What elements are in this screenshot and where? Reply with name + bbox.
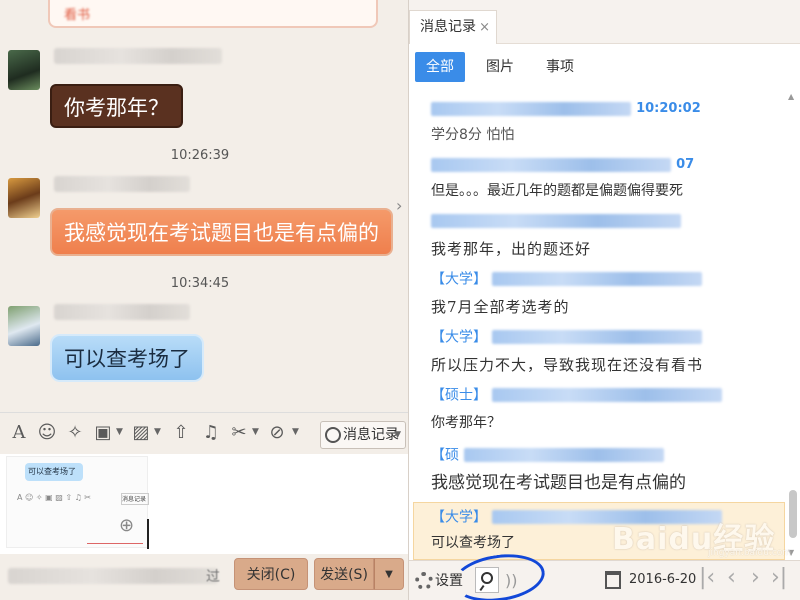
entry-header: 【大学】 [431,268,703,288]
watermark-url: jingyan.baidu.com [708,548,792,558]
entry-text: 我考那年，出的题还好 [431,240,592,258]
sender-name-redacted [54,304,190,320]
first-page-icon[interactable]: |‹ [699,565,715,590]
last-page-icon[interactable]: ›| [771,565,787,590]
app-window: 看书 你考那年？ 10:26:39 我感觉现在考试题目也是有点偏的 10:34:… [0,0,800,600]
block-icon[interactable]: ⊘ [266,421,288,445]
message-bubble: 可以查考场了 [50,334,204,382]
sender-name-redacted [54,48,222,64]
tab-label: 消息记录 [420,19,476,35]
entry-text: 所以压力不大，导致我现在还没有看书 [431,356,704,374]
chevron-down-icon[interactable]: ▼ [154,427,161,437]
message-input[interactable]: 可以查考场了 A ☺ ✧ ▣ ▨ ⇧ ♫ ✂ 消息记录 ⊕ [0,454,408,554]
chat-footer: 过 关闭(C) 发送(S) ▼ [0,554,408,600]
entry-header [431,210,681,228]
history-message-list: 10:20:02 学分8分 怕怕 07 但是。。。最近几年的题都是偏题偏得要死 … [409,92,787,560]
avatar[interactable] [8,178,40,218]
calendar-icon[interactable] [605,571,621,589]
entry-role: 【大学】 [431,271,487,288]
send-button[interactable]: 发送(S) [314,558,374,590]
watermark: Baidu经验 jingyan.baidu.com [612,508,792,558]
magic-icon[interactable]: ✧ [64,421,86,445]
message-text-partial: 看书 [64,8,91,23]
entry-role: 【大学】 [431,329,487,346]
message-bubble: 你考那年？ [50,84,183,128]
gift-icon[interactable]: ▣ [92,421,114,445]
gear-icon [415,572,433,590]
entry-header: 07 [431,154,694,172]
filter-items[interactable]: 事项 [535,52,585,82]
message-history-label: 消息记录 [343,427,399,443]
chevron-down-icon[interactable]: ▼ [292,427,299,437]
music-icon[interactable]: ♫ [200,421,222,445]
filter-all[interactable]: 全部 [415,52,465,82]
thumbnail-divider [87,543,143,544]
timestamp: 10:34:45 [170,276,230,291]
zoom-icon: ⊕ [119,515,135,536]
entry-text: 你考那年？ [431,415,501,431]
close-icon[interactable]: × [479,12,490,44]
upload-icon[interactable]: ⇧ [170,421,192,445]
chevron-down-icon[interactable]: ▼ [116,427,123,437]
entry-role: 【硕 [431,447,459,464]
entry-header: 【大学】 [431,326,703,346]
chevron-down-icon[interactable]: ▼ [252,427,259,437]
pasted-screenshot-thumbnail: 可以查考场了 A ☺ ✧ ▣ ▨ ⇧ ♫ ✂ 消息记录 ⊕ [6,456,149,549]
scrollbar[interactable]: ▲ ▼ [787,92,799,560]
font-icon[interactable]: A [8,421,30,445]
text-cursor [147,519,149,549]
date-label[interactable]: 2016-6-20 [629,572,696,587]
entry-role: 【大学】 [431,509,487,526]
history-footer: 设置 )) 2016-6-20 |‹ ‹ › ›| [409,548,800,600]
entry-text: 我感觉现在考试题目也是有点偏的 [431,473,686,493]
entry-time: 07 [676,157,695,172]
scroll-up-icon[interactable]: ▲ [788,92,794,101]
message-bubble: 我感觉现在考试题目也是有点偏的 [50,208,393,256]
thumbnail-button: 消息记录 [121,493,149,505]
history-tabbar: 消息记录 × [409,0,800,44]
filter-images[interactable]: 图片 [475,52,525,82]
chat-toolbar: A ☺ ✧ ▣ ▼ ▨ ▼ ⇧ ♫ ✂ ▼ ⊘ ▼ 消息记录 ▼ [0,412,408,454]
entry-time: 10:20:02 [636,101,701,116]
clock-icon [325,427,341,443]
timestamp: 10:26:39 [170,148,230,163]
message-history-button[interactable]: 消息记录 ▼ [320,421,406,449]
tab-message-history[interactable]: 消息记录 × [409,10,497,44]
entry-role: 【硕士】 [431,387,487,404]
send-options-chevron-icon[interactable]: ▼ [374,558,404,590]
entry-text: 我7月全部考选考的 [431,298,570,316]
image-icon[interactable]: ▨ [130,421,152,445]
emoji-icon[interactable]: ☺ [36,421,58,445]
thumbnail-bubble: 可以查考场了 [25,463,83,481]
avatar[interactable] [8,50,40,90]
avatar[interactable] [8,306,40,346]
footer-text-end: 过 [206,569,220,585]
entry-text: 可以查考场了 [431,535,515,551]
entry-header: 10:20:02 [431,98,701,116]
sender-name-redacted [54,176,190,192]
entry-text: 学分8分 怕怕 [431,127,515,143]
chat-pane: 看书 你考那年？ 10:26:39 我感觉现在考试题目也是有点偏的 10:34:… [0,0,408,600]
next-page-icon[interactable]: › [751,565,760,590]
chevron-down-icon[interactable]: ▼ [394,422,401,448]
entry-header: 【硕 [431,444,665,464]
entry-header: 【硕士】 [431,384,723,404]
footer-text-redacted [8,568,218,584]
message-bubble-partial: 看书 [48,0,378,28]
close-button[interactable]: 关闭(C) [234,558,308,590]
prev-page-icon[interactable]: ‹ [727,565,736,590]
scissors-icon[interactable]: ✂ [228,421,250,445]
entry-text: 但是。。。最近几年的题都是偏题偏得要死 [431,183,683,199]
